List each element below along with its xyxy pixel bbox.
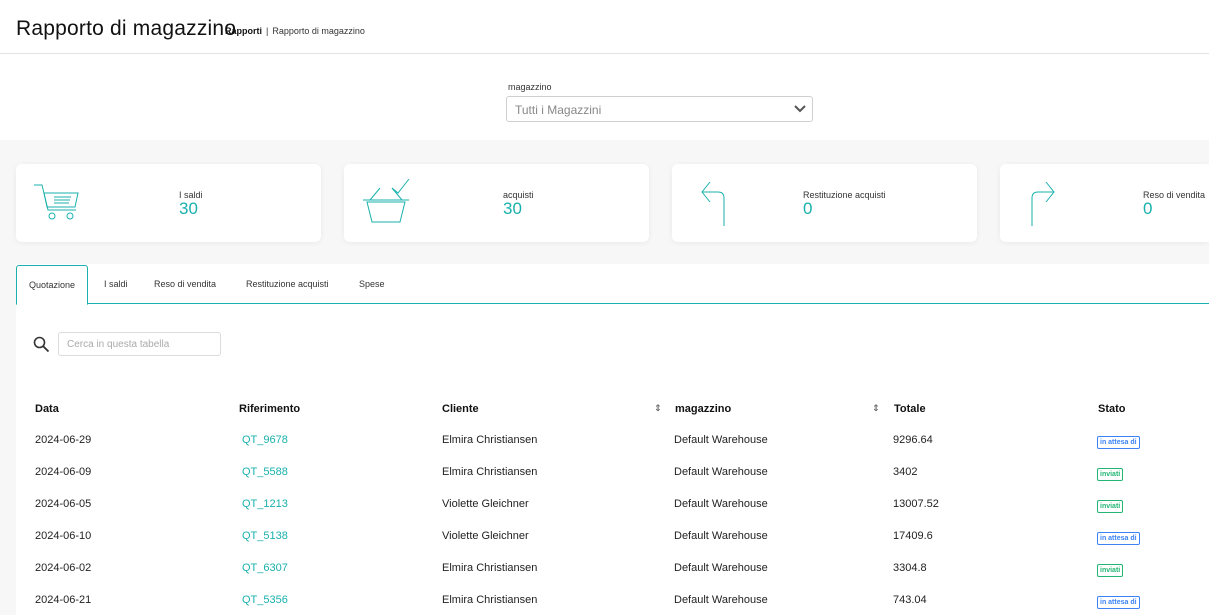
status-badge: inviati xyxy=(1097,500,1124,513)
cell-client: Elmira Christiansen xyxy=(442,466,538,478)
status-badge: inviati xyxy=(1097,564,1124,577)
filter-section: magazzino Tutti i Magazzini xyxy=(0,54,1209,140)
tab-quotation[interactable]: Quotazione xyxy=(16,265,89,305)
column-header-warehouse[interactable]: magazzino xyxy=(675,403,731,415)
cell-warehouse: Default Warehouse xyxy=(674,498,768,510)
cell-client: Elmira Christiansen xyxy=(442,562,538,574)
cell-reference-link[interactable]: QT_6307 xyxy=(242,562,288,574)
column-header-total[interactable]: Totale xyxy=(894,403,926,415)
breadcrumb-item-current: Rapporto di magazzino xyxy=(272,26,365,36)
cell-reference-link[interactable]: QT_1213 xyxy=(242,498,288,510)
table-search-input[interactable] xyxy=(58,332,221,356)
breadcrumb-separator: | xyxy=(266,26,269,36)
report-tabs: Quotazione I saldi Reso di vendita Resti… xyxy=(16,264,1209,305)
cell-client: Violette Gleichner xyxy=(442,530,529,542)
chevron-down-icon xyxy=(794,105,806,113)
cell-client: Elmira Christiansen xyxy=(442,434,538,446)
summary-card-sales-returns: Reso di vendita 0 xyxy=(1000,164,1209,242)
warehouse-select-value: Tutti i Magazzini xyxy=(515,103,602,117)
report-panel: Quotazione I saldi Reso di vendita Resti… xyxy=(16,264,1209,615)
return-arrow-icon xyxy=(701,181,725,226)
breadcrumb: Rapporti | Rapporto di magazzino xyxy=(225,26,365,36)
tab-purchase-returns[interactable]: Restituzione acquisti xyxy=(246,279,329,289)
cell-total: 17409.6 xyxy=(893,530,933,542)
cell-reference-link[interactable]: QT_5138 xyxy=(242,530,288,542)
card-value: 0 xyxy=(1143,199,1153,218)
sort-icon[interactable]: ⇕ xyxy=(654,403,662,414)
cell-date: 2024-06-09 xyxy=(35,466,92,478)
cell-total: 13007.52 xyxy=(893,498,939,510)
cell-total: 743.04 xyxy=(893,594,927,606)
cell-date: 2024-06-29 xyxy=(35,434,92,446)
summary-card-sales: I saldi 30 xyxy=(16,164,321,242)
cell-date: 2024-06-21 xyxy=(35,594,92,606)
cell-client: Elmira Christiansen xyxy=(442,594,538,606)
column-header-date[interactable]: Data xyxy=(35,403,59,415)
cell-date: 2024-06-02 xyxy=(35,562,92,574)
tab-expenses[interactable]: Spese xyxy=(359,279,385,289)
cell-warehouse: Default Warehouse xyxy=(674,562,768,574)
card-label: Restituzione acquisti xyxy=(803,190,886,200)
column-header-client[interactable]: Cliente xyxy=(442,403,479,415)
basket-check-icon xyxy=(363,178,410,223)
cell-total: 3402 xyxy=(893,466,918,478)
cell-warehouse: Default Warehouse xyxy=(674,594,768,606)
card-value: 30 xyxy=(179,199,198,218)
shopping-cart-icon xyxy=(34,184,79,220)
cell-reference-link[interactable]: QT_5356 xyxy=(242,594,288,606)
card-value: 30 xyxy=(503,199,522,218)
cell-date: 2024-06-05 xyxy=(35,498,92,510)
cell-date: 2024-06-10 xyxy=(35,530,92,542)
search-icon xyxy=(33,336,50,353)
column-header-status[interactable]: Stato xyxy=(1098,403,1126,415)
sort-icon[interactable]: ⇕ xyxy=(872,403,880,414)
tab-sales-returns[interactable]: Reso di vendita xyxy=(154,279,216,289)
card-value: 0 xyxy=(803,199,813,218)
cell-client: Violette Gleichner xyxy=(442,498,529,510)
summary-card-purchases: acquisti 30 xyxy=(344,164,649,242)
forward-arrow-icon xyxy=(1031,181,1055,226)
cell-reference-link[interactable]: QT_9678 xyxy=(242,434,288,446)
breadcrumb-item-reports[interactable]: Rapporti xyxy=(225,26,262,36)
status-badge: in attesa di xyxy=(1097,596,1140,609)
cell-total: 9296.64 xyxy=(893,434,933,446)
cell-warehouse: Default Warehouse xyxy=(674,434,768,446)
summary-card-purchase-returns: Restituzione acquisti 0 xyxy=(672,164,977,242)
status-badge: in attesa di xyxy=(1097,532,1140,545)
warehouse-select[interactable]: Tutti i Magazzini xyxy=(506,96,813,122)
warehouse-filter-label: magazzino xyxy=(508,82,552,92)
column-header-reference[interactable]: Riferimento xyxy=(239,403,300,415)
cell-warehouse: Default Warehouse xyxy=(674,466,768,478)
page-title: Rapporto di magazzino xyxy=(16,17,237,40)
cell-reference-link[interactable]: QT_5588 xyxy=(242,466,288,478)
status-badge: in attesa di xyxy=(1097,436,1140,449)
tab-sales[interactable]: I saldi xyxy=(104,279,128,289)
cell-total: 3304.8 xyxy=(893,562,927,574)
cell-warehouse: Default Warehouse xyxy=(674,530,768,542)
status-badge: inviati xyxy=(1097,468,1124,481)
page-header: Rapporto di magazzino Rapporti | Rapporto … xyxy=(0,0,1209,54)
